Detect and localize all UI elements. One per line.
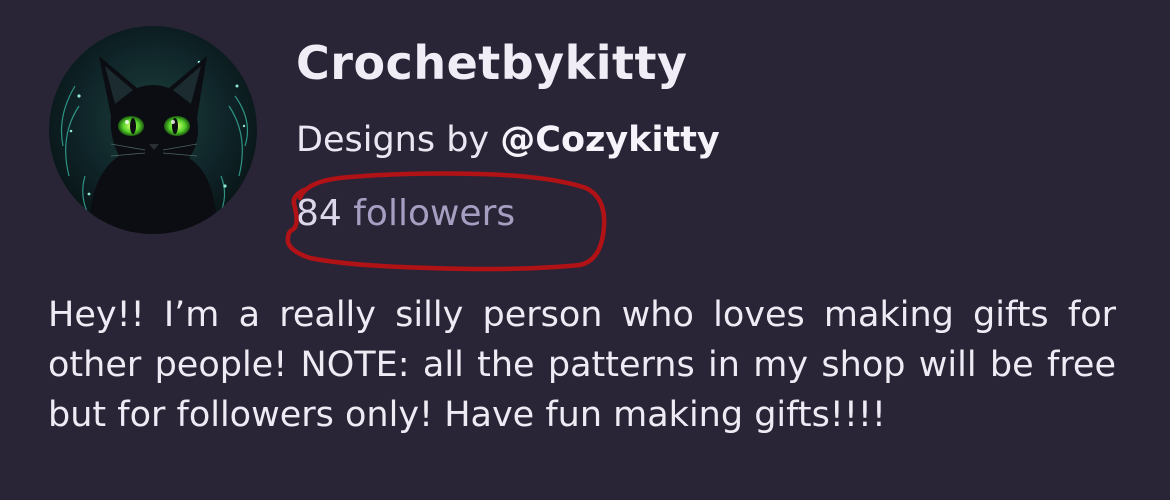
profile-header: Crochetbykitty Designs by @Cozykitty 84 … <box>0 0 1170 500</box>
profile-avatar[interactable] <box>49 26 257 234</box>
profile-name: Crochetbykitty <box>296 36 688 90</box>
black-cat-avatar-image <box>49 26 257 234</box>
followers-count: 84 <box>296 193 342 234</box>
followers-label: followers <box>341 193 516 234</box>
followers-link[interactable]: 84 followers <box>296 193 515 234</box>
designer-byline: Designs by @Cozykitty <box>296 120 720 160</box>
designer-handle-link[interactable]: @Cozykitty <box>500 120 719 160</box>
profile-bio: Hey!! I’m a really silly person who love… <box>48 295 1116 435</box>
byline-prefix: Designs by <box>296 120 501 160</box>
